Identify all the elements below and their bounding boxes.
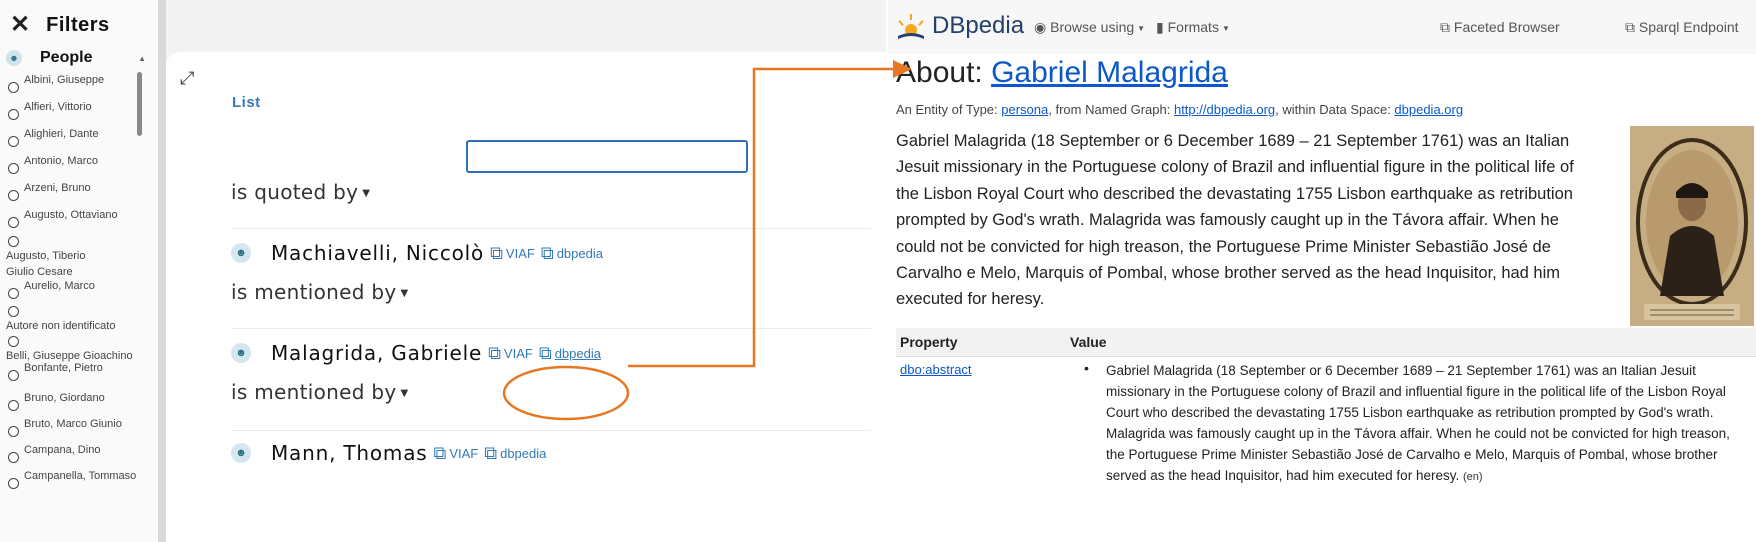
people-section-label: People [40,49,93,66]
named-graph-link[interactable]: http://dbpedia.org [1174,102,1275,117]
external-link-icon: ⧉ [1440,19,1450,35]
radio-button[interactable] [8,400,19,411]
dbpedia-logo-text: DBpedia [932,12,1025,39]
people-filter-list: Albini, Giuseppe Alfieri, Vittorio Aligh… [6,72,136,542]
relation-dropdown[interactable]: is mentioned by ▼ [231,380,409,404]
viaf-link[interactable]: VIAF [449,446,478,461]
data-space-link[interactable]: dbpedia.org [1394,102,1463,117]
radio-button[interactable] [8,336,19,347]
dbpedia-page: DBpedia ◉ Browse using ▼ ▮ Formats ▼ ⧉ Fac… [888,0,1756,542]
entity-info: An Entity of Type: persona, from Named G… [896,102,1464,117]
collapse-arrow-icon[interactable]: ▲ [138,54,146,63]
file-icon: ▮ [1156,19,1164,35]
filters-sidebar: ✕ Filters ☻ People ▲ Albini, Giuseppe Al… [0,0,160,542]
dbpedia-link[interactable]: dbpedia [555,346,601,361]
faceted-browser-link[interactable]: ⧉ Faceted Browser [1440,19,1560,36]
list-card: ⤢ List is quoted by ▼ ☻ Machiavelli, Nicc… [166,52,886,542]
list-item: ☻ Malagrida, Gabriele ⧉ VIAF ⧉ dbpedia [231,338,601,368]
radio-button[interactable] [8,163,19,174]
caret-down-icon: ▼ [400,388,409,399]
viaf-link[interactable]: VIAF [506,246,535,261]
divider [231,430,871,431]
list-item: ☻ Machiavelli, Niccolò ⧉ VIAF ⧉ dbpedia [231,238,603,268]
external-link-icon[interactable]: ⧉ [488,343,501,364]
radio-button[interactable] [8,306,19,317]
dbpedia-link[interactable]: dbpedia [500,446,546,461]
person-icon: ☻ [6,50,22,66]
radio-button[interactable] [8,217,19,228]
caret-down-icon: ▼ [1137,23,1146,33]
radio-button[interactable] [8,478,19,489]
radio-button[interactable] [8,452,19,463]
property-column-header: Property [900,334,958,350]
person-icon: ☻ [231,243,251,263]
dbpedia-navbar: DBpedia ◉ Browse using ▼ ▮ Formats ▼ ⧉ Fac… [888,0,1756,54]
filters-title: Filters [46,13,110,36]
external-link-icon: ⧉ [1625,19,1635,35]
filters-header: ✕ Filters [10,10,110,40]
tab-list[interactable]: List [232,94,261,111]
caret-down-icon: ▼ [1221,23,1230,33]
dbpedia-link[interactable]: dbpedia [557,246,603,261]
abstract-text: Gabriel Malagrida (18 September or 6 Dec… [896,132,1574,309]
portrait-image [1630,126,1754,326]
page-title: About: Gabriel Malagrida [896,56,1228,89]
property-value: Gabriel Malagrida (18 September or 6 Dec… [1106,363,1730,483]
entity-title-link[interactable]: Gabriel Malagrida [991,56,1228,89]
close-icon[interactable]: ✕ [10,13,30,37]
table-header: Property Value [896,328,1756,357]
radio-button[interactable] [8,426,19,437]
expand-icon[interactable]: ⤢ [180,68,194,89]
external-link-icon[interactable]: ⧉ [433,443,446,464]
bullet: • [1084,360,1089,376]
relation-dropdown[interactable]: is mentioned by ▼ [231,280,409,304]
caret-down-icon: ▼ [362,188,371,199]
radio-button[interactable] [8,82,19,93]
dbpedia-logo-icon [898,14,924,39]
radio-button[interactable] [8,288,19,299]
relation-dropdown[interactable]: is quoted by ▼ [231,180,370,204]
divider [231,228,871,229]
browse-using-dropdown[interactable]: ◉ Browse using ▼ [1034,19,1145,36]
language-tag: (en) [1462,471,1483,483]
sidebar-divider [158,0,166,542]
external-link-icon[interactable]: ⧉ [539,343,552,364]
radio-button[interactable] [8,136,19,147]
list-scrollbar-thumb[interactable] [137,72,142,136]
external-link-icon[interactable]: ⧉ [484,443,497,464]
formats-dropdown[interactable]: ▮ Formats ▼ [1156,19,1230,36]
eye-icon: ◉ [1034,19,1047,35]
radio-button[interactable] [8,370,19,381]
radio-button[interactable] [8,109,19,120]
person-icon: ☻ [231,443,251,463]
value-column-header: Value [1070,334,1107,350]
entity-type-link[interactable]: persona [1001,102,1048,117]
dbpedia-logo[interactable]: DBpedia [896,12,1024,40]
sparql-endpoint-link[interactable]: ⧉ Sparql Endpoint [1625,19,1739,36]
external-link-icon[interactable]: ⧉ [490,243,503,264]
person-icon: ☻ [231,343,251,363]
caret-down-icon: ▼ [400,288,409,299]
radio-button[interactable] [8,190,19,201]
people-section-header[interactable]: ☻ People ▲ [6,48,146,68]
list-item: ☻ Mann, Thomas ⧉ VIAF ⧉ dbpedia [231,438,546,468]
divider [231,328,871,329]
viaf-link[interactable]: VIAF [504,346,533,361]
radio-button[interactable] [8,236,19,247]
external-link-icon[interactable]: ⧉ [541,243,554,264]
list-panel: ⤢ List is quoted by ▼ ☻ Machiavelli, Nicc… [166,0,886,542]
search-input[interactable] [466,140,748,173]
property-link[interactable]: dbo:abstract [900,362,972,377]
